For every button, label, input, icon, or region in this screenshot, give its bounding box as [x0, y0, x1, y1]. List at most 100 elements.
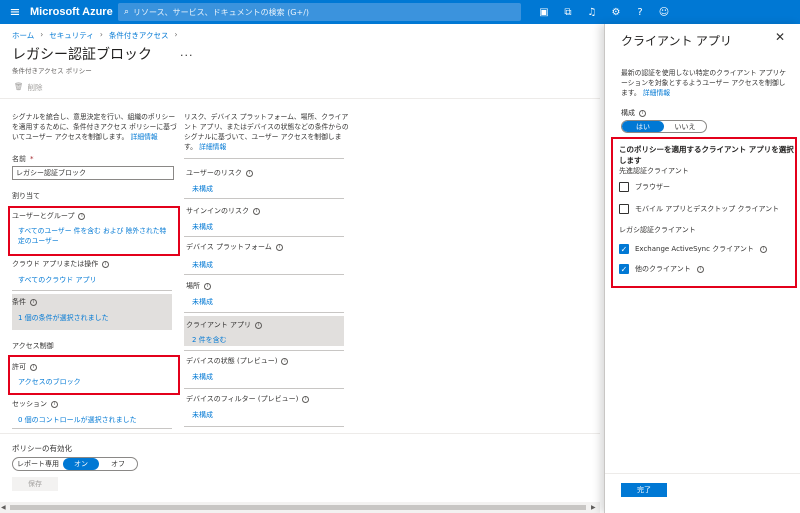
info-icon[interactable]: i	[253, 207, 260, 215]
close-icon[interactable]: ✕	[775, 30, 785, 44]
divider	[184, 274, 344, 275]
cloud-apps-value-link[interactable]: すべてのクラウド アプリ	[18, 275, 96, 285]
info-icon[interactable]: i	[245, 169, 253, 177]
breadcrumb: ホーム › セキュリティ › 条件付きアクセス ›	[12, 30, 177, 41]
toggle-yes[interactable]: はい	[622, 121, 664, 132]
device-state-value[interactable]: 未構成	[192, 372, 213, 382]
delete-button[interactable]: 🗑 削除	[14, 82, 43, 93]
info-icon[interactable]: i	[254, 321, 262, 329]
toggle-report-only[interactable]: レポート専用	[13, 458, 63, 470]
divider	[0, 98, 600, 99]
learn-more-link[interactable]: 詳細情報	[643, 89, 670, 97]
modern-auth-heading: 先進認証クライアント	[619, 167, 689, 175]
configure-label: 構成 i	[621, 108, 646, 118]
client-apps-label[interactable]: クライアント アプリ i	[186, 320, 262, 330]
delete-label: 削除	[27, 83, 43, 92]
horizontal-scrollbar[interactable]: ◀ ▶	[0, 502, 600, 513]
panel-description: 最新の認証を使用しない特定のクライアント アプリケーションを対象とするようユーザ…	[621, 68, 791, 98]
learn-more-link[interactable]: 詳細情報	[199, 143, 226, 151]
notification-bell-icon[interactable]: ♫	[580, 0, 604, 24]
select-client-apps-heading: このポリシーを適用するクライアント アプリを選択します	[619, 145, 794, 165]
device-state-label[interactable]: デバイスの状態 (プレビュー) i	[186, 356, 289, 366]
search-box[interactable]: ⌕	[118, 3, 521, 21]
cloud-apps-label-text: クラウド アプリまたは操作	[12, 260, 99, 268]
grant-label: 許可 i	[12, 362, 37, 372]
users-value-link[interactable]: すべてのユーザー 件を含む および 除外された特定のユーザー	[18, 226, 170, 246]
conditions-value-link[interactable]: 1 個の条件が選択されました	[18, 313, 109, 323]
device-filter-value[interactable]: 未構成	[192, 410, 213, 420]
user-risk-label[interactable]: ユーザーのリスク i	[186, 168, 253, 178]
done-button[interactable]: 完了	[621, 483, 667, 497]
learn-more-link[interactable]: 詳細情報	[131, 133, 158, 141]
policy-name-field[interactable]	[12, 166, 174, 180]
device-platform-label[interactable]: デバイス プラットフォーム i	[186, 242, 283, 252]
info-icon[interactable]: i	[302, 395, 310, 403]
browser-checkbox[interactable]	[619, 182, 629, 192]
info-icon[interactable]: i	[639, 109, 646, 117]
sign-in-risk-value[interactable]: 未構成	[192, 222, 213, 232]
search-input[interactable]	[133, 7, 504, 17]
sign-in-risk-label-text: サインインのリスク	[186, 207, 249, 215]
session-value-link[interactable]: 0 個のコントロールが選択されました	[18, 415, 137, 425]
users-label: ユーザーとグループ i	[12, 211, 86, 221]
sign-in-risk-label[interactable]: サインインのリスク i	[186, 206, 260, 216]
mobile-desktop-checkbox[interactable]	[619, 204, 629, 214]
info-icon[interactable]: i	[51, 400, 58, 408]
info-icon[interactable]: i	[696, 265, 704, 273]
info-icon[interactable]: i	[30, 363, 37, 371]
more-options-button[interactable]: ...	[180, 46, 194, 59]
info-icon[interactable]: i	[78, 212, 86, 220]
device-platform-value[interactable]: 未構成	[192, 260, 213, 270]
name-label: 名前 *	[12, 155, 34, 163]
top-bar: ≡ Microsoft Azure ⌕ ▣ ⧉ ♫ ⚙ ? ☺	[0, 0, 800, 24]
info-icon[interactable]: i	[204, 282, 211, 290]
user-risk-value[interactable]: 未構成	[192, 184, 213, 194]
browser-checkbox-row[interactable]: ブラウザー	[619, 182, 670, 192]
grant-value-link[interactable]: アクセスのブロック	[18, 377, 81, 387]
configure-label-text: 構成	[621, 109, 635, 117]
info-icon[interactable]: i	[275, 243, 283, 251]
scroll-right-icon[interactable]: ▶	[591, 504, 596, 511]
mobile-desktop-checkbox-row[interactable]: モバイル アプリとデスクトップ クライアント	[619, 204, 779, 214]
name-label-text: 名前	[12, 155, 26, 163]
breadcrumb-home[interactable]: ホーム	[12, 30, 34, 41]
breadcrumb-conditional-access[interactable]: 条件付きアクセス	[109, 30, 169, 41]
hamburger-menu-icon[interactable]: ≡	[0, 0, 30, 24]
divider	[184, 388, 344, 389]
toggle-off[interactable]: オフ	[99, 458, 137, 470]
grant-label-text: 許可	[12, 363, 26, 371]
help-icon[interactable]: ?	[628, 0, 652, 24]
brand-logo[interactable]: Microsoft Azure	[30, 6, 114, 18]
gear-icon[interactable]: ⚙	[604, 0, 628, 24]
directory-filter-icon[interactable]: ⧉	[556, 0, 580, 24]
mobile-desktop-label: モバイル アプリとデスクトップ クライアント	[635, 205, 780, 213]
scrollbar-thumb[interactable]	[10, 505, 586, 510]
info-icon[interactable]: i	[281, 357, 289, 365]
panel-title: クライアント アプリ	[621, 34, 732, 48]
divider	[184, 198, 344, 199]
other-clients-checkbox-row[interactable]: ✓ 他のクライアント i	[619, 264, 704, 274]
feedback-icon[interactable]: ☺	[652, 0, 676, 24]
client-apps-value[interactable]: 2 件を含む	[192, 335, 227, 345]
scroll-left-icon[interactable]: ◀	[1, 504, 6, 511]
info-icon[interactable]: i	[30, 298, 37, 306]
locations-label[interactable]: 場所 i	[186, 281, 211, 291]
breadcrumb-security[interactable]: セキュリティ	[49, 30, 94, 41]
save-button[interactable]: 保存	[12, 477, 58, 491]
cloud-shell-icon[interactable]: ▣	[532, 0, 556, 24]
trash-icon: 🗑	[14, 82, 24, 91]
toggle-no[interactable]: いいえ	[664, 121, 706, 132]
top-icons: ▣ ⧉ ♫ ⚙ ? ☺	[532, 0, 676, 24]
info-icon[interactable]: i	[759, 245, 767, 253]
other-clients-checkbox[interactable]: ✓	[619, 264, 629, 274]
divider	[12, 428, 172, 429]
exchange-checkbox-row[interactable]: ✓ Exchange ActiveSync クライアント i	[619, 244, 767, 254]
divider	[184, 426, 344, 427]
device-filter-label[interactable]: デバイスのフィルター (プレビュー) i	[186, 394, 310, 404]
toggle-on[interactable]: オン	[63, 458, 99, 470]
grant-highlight-box	[8, 355, 180, 395]
info-icon[interactable]: i	[102, 260, 110, 268]
locations-value[interactable]: 未構成	[192, 297, 213, 307]
divider	[0, 433, 600, 434]
exchange-checkbox[interactable]: ✓	[619, 244, 629, 254]
